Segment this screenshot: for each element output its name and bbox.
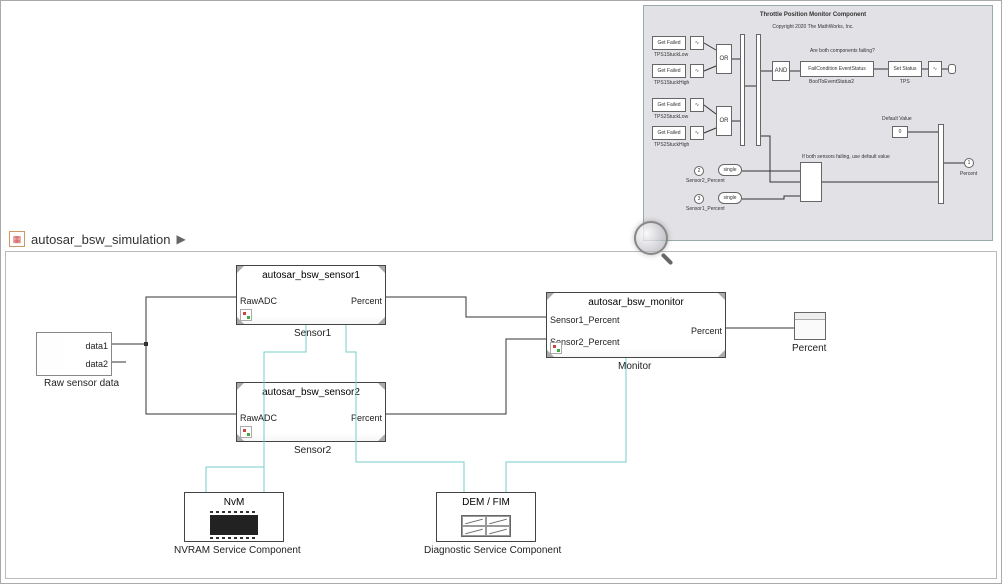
model-icon: ▦ <box>9 231 25 247</box>
in2: 2 <box>694 166 704 176</box>
chevron-right-icon: ▶ <box>176 232 185 246</box>
inset-panel: Throttle Position Monitor Component Copy… <box>643 5 993 241</box>
out1-lbl: Percent <box>960 171 977 177</box>
default-lbl: Default Value <box>882 116 912 122</box>
nvm-block[interactable]: NvM <box>184 492 284 542</box>
mux1 <box>740 34 745 146</box>
sensor2-block[interactable]: autosar_bsw_sensor2 RawADC Percent <box>236 382 386 442</box>
model-ref-icon <box>240 426 252 438</box>
model-ref-icon <box>240 309 252 321</box>
sensor2-in: RawADC <box>240 413 277 423</box>
tps2-low: TPS2StuckLow <box>654 114 688 120</box>
wave-icon-2: ∿ <box>690 64 704 78</box>
s2-lbl: Sensor2_Percent <box>686 178 725 184</box>
monitor-title: autosar_bsw_monitor <box>547 297 725 308</box>
sensor1-label: Sensor1 <box>294 328 331 339</box>
or1: OR <box>716 44 732 74</box>
dem-block[interactable]: DEM / FIM <box>436 492 536 542</box>
sensor1-out: Percent <box>351 296 382 306</box>
single1: single <box>718 192 742 204</box>
if-fail: If both sensors failing, use default val… <box>802 154 890 160</box>
sensor2-out: Percent <box>351 413 382 423</box>
monitor-label: Monitor <box>618 361 651 372</box>
zero: 0 <box>892 126 908 138</box>
sensor2-label: Sensor2 <box>294 445 331 456</box>
dem-label: Diagnostic Service Component <box>424 545 561 556</box>
get-failed-1: Get Failed <box>652 36 686 50</box>
failcond: FailCondition EventStatus <box>800 61 874 77</box>
s1-lbl: Sensor1_Percent <box>686 206 725 212</box>
dem-title: DEM / FIM <box>437 497 535 508</box>
set-status: Set Status <box>888 61 922 77</box>
nvm-label: NVRAM Service Component <box>174 545 301 556</box>
wave-icon-4: ∿ <box>690 126 704 140</box>
scope-label: Percent <box>792 343 826 354</box>
raw-sensor-data-block[interactable]: data1 data2 <box>36 332 112 376</box>
wave-icon-5: ∿ <box>928 61 942 77</box>
out1: 1 <box>964 158 974 168</box>
single2: single <box>718 164 742 176</box>
tps1-low: TPS1StuckLow <box>654 52 688 58</box>
tps-lbl: TPS <box>900 79 910 85</box>
get-failed-3: Get Failed <box>652 98 686 112</box>
model-name: autosar_bsw_simulation <box>31 232 170 247</box>
magnifier-icon <box>634 221 668 255</box>
sensor1-title: autosar_bsw_sensor1 <box>237 270 385 281</box>
breadcrumb[interactable]: ▦ autosar_bsw_simulation ▶ <box>9 231 186 247</box>
nvm-title: NvM <box>185 497 283 508</box>
and: AND <box>772 61 790 81</box>
inset-copyright: Copyright 2020 The MathWorks, Inc. <box>644 24 982 30</box>
monitor-in1: Sensor1_Percent <box>550 315 620 325</box>
or2: OR <box>716 106 732 136</box>
port-data1: data1 <box>85 341 108 351</box>
diagram-canvas[interactable]: data1 data2 Raw sensor data autosar_bsw_… <box>5 251 997 579</box>
dem-icon <box>461 515 511 537</box>
sensor2-title: autosar_bsw_sensor2 <box>237 387 385 398</box>
monitor-block[interactable]: autosar_bsw_monitor Sensor1_Percent Sens… <box>546 292 726 358</box>
model-ref-icon <box>550 342 562 354</box>
get-failed-2: Get Failed <box>652 64 686 78</box>
wave-icon-1: ∿ <box>690 36 704 50</box>
in3: 3 <box>694 194 704 204</box>
monitor-out: Percent <box>691 326 722 336</box>
fail-q: Are both components failing? <box>810 48 875 54</box>
merge <box>938 124 944 204</box>
wave-icon-3: ∿ <box>690 98 704 112</box>
sensor1-in: RawADC <box>240 296 277 306</box>
port-data2: data2 <box>85 359 108 369</box>
bool-evt: BoolToEventStatus2 <box>809 79 854 85</box>
mux2 <box>756 34 761 146</box>
inset-title: Throttle Position Monitor Component <box>644 12 982 18</box>
tps2-high: TPS2StuckHigh <box>654 142 689 148</box>
tps1-high: TPS1StuckHigh <box>654 80 689 86</box>
get-failed-4: Get Failed <box>652 126 686 140</box>
scope-block[interactable] <box>794 312 826 340</box>
term1 <box>948 64 956 74</box>
raw-sensor-label: Raw sensor data <box>44 378 119 389</box>
switch <box>800 162 822 202</box>
chip-icon <box>210 515 258 535</box>
sensor1-block[interactable]: autosar_bsw_sensor1 RawADC Percent <box>236 265 386 325</box>
